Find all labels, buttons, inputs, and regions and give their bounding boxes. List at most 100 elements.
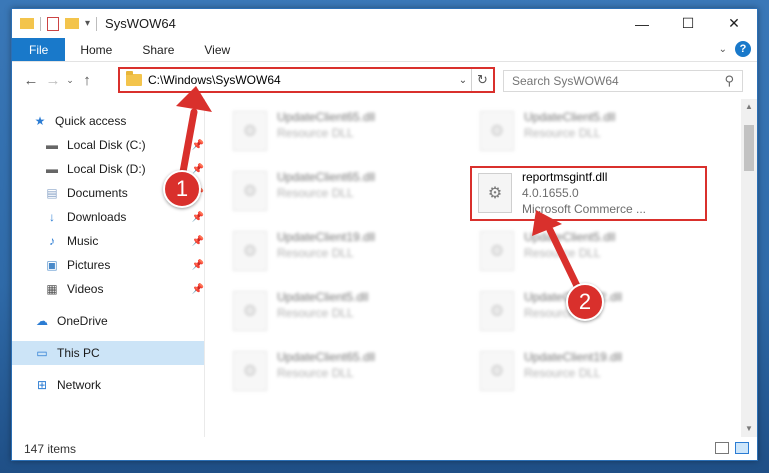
close-button[interactable]: ✕ — [711, 9, 757, 38]
tab-share[interactable]: Share — [127, 38, 189, 61]
file-item[interactable]: ⚙ UpdateClient19.dll Resource DLL — [474, 345, 704, 401]
file-name: UpdateClient5.dll — [277, 290, 369, 304]
file-company: Microsoft Commerce ... — [522, 202, 647, 216]
nav-item-local-disk-c[interactable]: ▬ Local Disk (C:) 📌 — [12, 133, 204, 157]
drive-icon: ▬ — [46, 162, 58, 176]
dll-file-icon: ⚙ — [480, 111, 514, 151]
highlighted-file-item[interactable]: ⚙ reportmsgintf.dll 4.0.1655.0 Microsoft… — [470, 166, 707, 221]
search-box[interactable]: ⚲ — [503, 70, 743, 92]
drive-icon: ▬ — [46, 138, 58, 152]
nav-item-pictures[interactable]: ▣ Pictures 📌 — [12, 253, 204, 277]
scroll-down-icon[interactable]: ▼ — [741, 421, 757, 437]
tab-file[interactable]: File — [12, 38, 66, 61]
help-icon[interactable]: ? — [735, 41, 751, 57]
file-item[interactable]: ⚙ UpdateClient19.dll Resource DLL — [227, 225, 457, 281]
customize-toolbar-icon[interactable]: ▾ — [85, 18, 90, 29]
music-icon: ♪ — [49, 234, 55, 248]
callout-1: 1 — [163, 170, 201, 208]
view-toggles — [715, 442, 749, 454]
pin-icon[interactable]: 📌 — [192, 236, 204, 247]
nav-item-label: Local Disk (C:) — [67, 138, 146, 152]
pin-icon[interactable]: 📌 — [192, 212, 204, 223]
address-bar[interactable]: C:\Windows\SysWOW64 ⌄ ↻ — [118, 67, 495, 93]
file-type: Resource DLL — [524, 246, 601, 260]
folder-icon — [126, 71, 142, 86]
nav-item-label: Documents — [67, 186, 128, 200]
toolbar-divider — [40, 16, 41, 31]
pictures-icon: ▣ — [46, 258, 58, 272]
explorer-window: ▾ SysWOW64 — ☐ ✕ File Home Share View ⌄ … — [11, 8, 758, 461]
refresh-icon[interactable]: ↻ — [471, 69, 493, 91]
cloud-icon: ☁ — [36, 314, 48, 328]
nav-item-music[interactable]: ♪ Music 📌 — [12, 229, 204, 253]
explorer-body: ★ Quick access ▬ Local Disk (C:) 📌 ▬ Loc… — [12, 99, 757, 437]
new-folder-icon[interactable] — [65, 18, 79, 29]
back-icon[interactable]: ← — [20, 72, 42, 89]
file-item[interactable]: ⚙ UpdateClient5.dll Resource DLL — [474, 105, 704, 161]
file-name: UpdateClient5.dll — [524, 230, 616, 244]
file-item[interactable]: ⚙ UpdateClient65.dll Resource DLL — [227, 105, 457, 161]
file-type: Resource DLL — [277, 186, 354, 200]
network-icon: ⊞ — [36, 378, 48, 392]
nav-item-label: Music — [67, 234, 99, 248]
nav-item-network[interactable]: ⊞ Network — [12, 373, 204, 397]
nav-item-label: Downloads — [67, 210, 127, 224]
download-icon: ↓ — [49, 210, 55, 224]
nav-item-label: OneDrive — [57, 314, 108, 328]
tab-home[interactable]: Home — [65, 38, 127, 61]
nav-item-videos[interactable]: ▦ Videos 📌 — [12, 277, 204, 301]
file-name: UpdateClient19.dll — [277, 230, 376, 244]
pin-icon[interactable]: 📌 — [192, 260, 204, 271]
window-title: SysWOW64 — [105, 16, 176, 31]
item-count: 147 items — [24, 441, 77, 456]
file-item[interactable]: ⚙ UpdateClient5.dll Resource DLL — [474, 225, 704, 281]
nav-item-this-pc[interactable]: ▭ This PC — [12, 341, 204, 365]
up-icon[interactable]: ↑ — [76, 72, 98, 89]
details-view-icon[interactable] — [715, 442, 729, 454]
chevron-down-icon[interactable]: ⌄ — [455, 75, 471, 86]
recent-locations-icon[interactable]: ⌄ — [64, 75, 76, 86]
file-name: UpdateClient65.dll — [277, 350, 376, 364]
file-type: Resource DLL — [277, 306, 354, 320]
videos-icon: ▦ — [46, 282, 58, 296]
file-item[interactable]: ⚙ UpdateClient65.dll Resource DLL — [227, 345, 457, 401]
callout-2: 2 — [566, 283, 604, 321]
address-path[interactable]: C:\Windows\SysWOW64 — [148, 73, 455, 87]
dll-file-icon: ⚙ — [478, 173, 512, 213]
file-item[interactable]: ⚙ UpdateClient65.dll Resource DLL — [227, 165, 457, 221]
search-icon[interactable]: ⚲ — [724, 73, 734, 89]
vertical-scrollbar[interactable]: ▲ ▼ — [741, 99, 757, 437]
forward-icon[interactable]: → — [42, 72, 64, 89]
nav-item-label: Videos — [67, 282, 104, 296]
nav-item-onedrive[interactable]: ☁ OneDrive — [12, 309, 204, 333]
document-icon: ▤ — [46, 186, 58, 200]
dll-file-icon: ⚙ — [233, 171, 267, 211]
quick-access-toolbar: ▾ — [12, 16, 98, 31]
nav-item-downloads[interactable]: ↓ Downloads 📌 — [12, 205, 204, 229]
dll-file-icon: ⚙ — [233, 291, 267, 331]
dll-file-icon: ⚙ — [233, 111, 267, 151]
scroll-up-icon[interactable]: ▲ — [741, 99, 757, 115]
file-name: UpdateClient65.dll — [277, 170, 376, 184]
minimize-button[interactable]: — — [619, 9, 665, 38]
dll-file-icon: ⚙ — [480, 231, 514, 271]
maximize-button[interactable]: ☐ — [665, 9, 711, 38]
properties-icon[interactable] — [47, 16, 59, 31]
pin-icon[interactable]: 📌 — [192, 140, 204, 151]
nav-item-label: Network — [57, 378, 102, 392]
expand-ribbon-icon[interactable]: ⌄ — [719, 44, 727, 55]
tab-view[interactable]: View — [189, 38, 245, 61]
pin-icon[interactable]: 📌 — [192, 284, 204, 295]
address-row: ← → ⌄ ↑ C:\Windows\SysWOW64 ⌄ ↻ ⚲ — [12, 62, 757, 98]
dll-file-icon: ⚙ — [233, 351, 267, 391]
nav-item-label: Pictures — [67, 258, 111, 272]
file-item[interactable]: ⚙ UpdateClient5.dll Resource DLL — [227, 285, 457, 341]
scrollbar-thumb[interactable] — [744, 125, 754, 171]
star-icon: ★ — [34, 114, 46, 128]
search-input[interactable] — [512, 74, 702, 88]
nav-item-quick-access[interactable]: ★ Quick access — [12, 109, 204, 133]
file-list: ⚙ UpdateClient65.dll Resource DLL ⚙ Updat… — [205, 99, 757, 437]
tiles-view-icon[interactable] — [735, 442, 749, 454]
